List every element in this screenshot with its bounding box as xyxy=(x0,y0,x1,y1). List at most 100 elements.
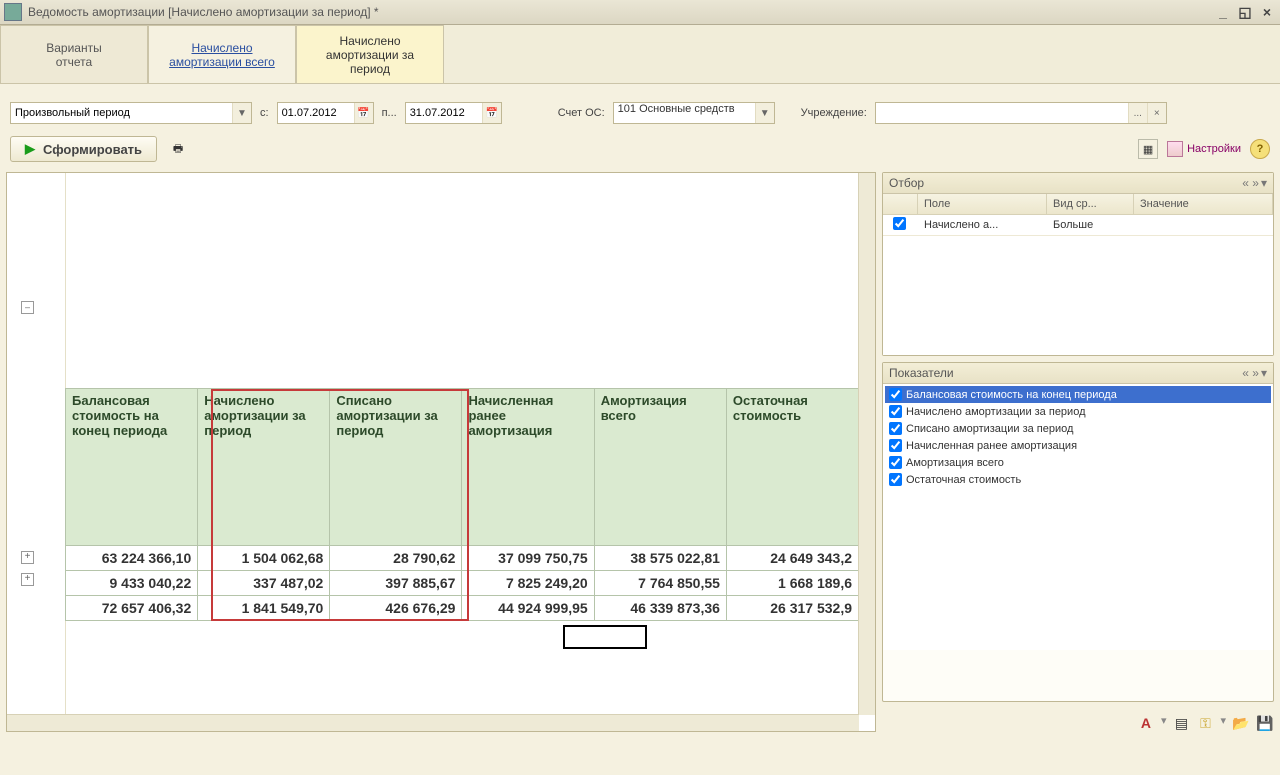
filter-row-check[interactable] xyxy=(893,217,906,230)
grid-icon[interactable]: ▦ xyxy=(1138,139,1158,159)
filter-row[interactable]: Начислено а... Больше xyxy=(883,215,1273,236)
filter-col-header: Вид ср... xyxy=(1047,194,1134,214)
col-header: Списано амортизации за период xyxy=(330,389,462,546)
account-label: Счет ОС: xyxy=(558,107,605,119)
table-cell: 26 317 532,9 xyxy=(726,596,858,621)
indicators-panel: Показатели « »▾ Балансовая стоимость на … xyxy=(882,362,1274,702)
table-cell: 28 790,62 xyxy=(330,546,462,571)
table-row: 63 224 366,101 504 062,6828 790,6237 099… xyxy=(66,546,859,571)
active-cell[interactable] xyxy=(563,625,647,649)
window-title: Ведомость амортизации [Начислено амортиз… xyxy=(28,5,379,19)
filter-row-val xyxy=(1134,223,1273,227)
col-header: Начисленная ранее амортизация xyxy=(462,389,594,546)
calendar-icon[interactable]: 📅 xyxy=(354,103,373,123)
table-cell: 426 676,29 xyxy=(330,596,462,621)
indicator-check[interactable] xyxy=(889,388,902,401)
indicator-check[interactable] xyxy=(889,422,902,435)
filter-panel-title: Отбор xyxy=(889,176,924,190)
tab-period-amort[interactable]: Начислено амортизации за период xyxy=(296,25,444,83)
from-label: с: xyxy=(260,107,269,119)
play-icon: ▶ xyxy=(25,141,35,157)
indicator-row[interactable]: Начисленная ранее амортизация xyxy=(885,437,1271,454)
bottom-toolbar: A▾ ▤ ⚿▾ 📂 💾 xyxy=(882,708,1274,732)
indicator-label: Амортизация всего xyxy=(906,457,1004,469)
account-value: 101 Основные средств xyxy=(614,103,755,123)
settings-icon xyxy=(1167,141,1183,157)
date-to[interactable]: 📅 xyxy=(405,102,502,124)
filter-row-field: Начислено а... xyxy=(918,217,1047,233)
table-cell: 38 575 022,81 xyxy=(594,546,726,571)
settings-button[interactable]: Настройки xyxy=(1162,138,1246,160)
calendar-icon[interactable]: 📅 xyxy=(482,103,501,123)
period-combo-input[interactable] xyxy=(11,103,232,123)
tab-variants[interactable]: Варианты отчета xyxy=(0,25,148,83)
indicator-check[interactable] xyxy=(889,439,902,452)
org-input-wrap[interactable]: ... × xyxy=(875,102,1167,124)
date-from[interactable]: 📅 xyxy=(277,102,374,124)
filter-row-cmp: Больше xyxy=(1047,217,1134,233)
indicator-row[interactable]: Списано амортизации за период xyxy=(885,420,1271,437)
account-dropdown-icon[interactable]: ▼ xyxy=(755,103,774,123)
indicators-title: Показатели xyxy=(889,366,954,380)
table-cell: 1 668 189,6 xyxy=(726,571,858,596)
table-cell: 24 649 343,2 xyxy=(726,546,858,571)
save-icon[interactable]: 💾 xyxy=(1256,714,1274,732)
panel-menu-icon[interactable]: ▾ xyxy=(1261,366,1267,380)
filter-panel: Отбор « »▾ ПолеВид ср...Значение Начисле… xyxy=(882,172,1274,356)
indicator-label: Остаточная стоимость xyxy=(906,474,1021,486)
col-header: Начислено амортизации за период xyxy=(198,389,330,546)
detail-icon[interactable]: ▤ xyxy=(1172,714,1190,732)
print-icon[interactable]: 🖶 xyxy=(169,140,187,158)
table-cell: 337 487,02 xyxy=(198,571,330,596)
account-select[interactable]: 101 Основные средств ▼ xyxy=(613,102,775,124)
table-cell: 1 841 549,70 xyxy=(198,596,330,621)
table-cell: 7 825 249,20 xyxy=(462,571,594,596)
panel-menu-icon[interactable]: ▾ xyxy=(1261,176,1267,190)
period-combo[interactable]: ▼ xyxy=(10,102,252,124)
indicator-label: Балансовая стоимость на конец периода xyxy=(906,389,1117,401)
panel-arrows-icon[interactable]: « » xyxy=(1242,366,1259,380)
indicator-check[interactable] xyxy=(889,473,902,486)
tab-all-amort[interactable]: Начислено амортизации всего xyxy=(148,25,296,83)
table-row: 72 657 406,321 841 549,70426 676,2944 92… xyxy=(66,596,859,621)
filter-col-header: Поле xyxy=(918,194,1047,214)
col-header: Остаточная стоимость xyxy=(726,389,858,546)
folder-icon[interactable]: 📂 xyxy=(1232,714,1250,732)
scrollbar-horizontal[interactable] xyxy=(7,714,859,731)
indicator-label: Списано амортизации за период xyxy=(906,423,1073,435)
indicator-check[interactable] xyxy=(889,405,902,418)
generate-button[interactable]: ▶ Сформировать xyxy=(10,136,157,162)
table-cell: 46 339 873,36 xyxy=(594,596,726,621)
indicator-row[interactable]: Балансовая стоимость на конец периода xyxy=(885,386,1271,403)
generate-label: Сформировать xyxy=(43,142,142,157)
window-titlebar: Ведомость амортизации [Начислено амортиз… xyxy=(0,0,1280,25)
indicator-row[interactable]: Остаточная стоимость xyxy=(885,471,1271,488)
org-more-button[interactable]: ... xyxy=(1128,103,1147,123)
date-from-input[interactable] xyxy=(278,103,354,123)
key-icon[interactable]: ⚿ xyxy=(1196,714,1214,732)
indicator-label: Начисленная ранее амортизация xyxy=(906,440,1077,452)
table-cell: 397 885,67 xyxy=(330,571,462,596)
spreadsheet-area[interactable]: – + + Балансовая стоимость на конец пери… xyxy=(6,172,876,732)
help-button[interactable]: ? xyxy=(1250,139,1270,159)
report-table: Балансовая стоимость на конец периодаНач… xyxy=(65,388,859,621)
close-button[interactable]: × xyxy=(1258,4,1276,20)
indicator-row[interactable]: Амортизация всего xyxy=(885,454,1271,471)
table-cell: 63 224 366,10 xyxy=(66,546,198,571)
to-label: п... xyxy=(382,107,397,119)
indicator-row[interactable]: Начислено амортизации за период xyxy=(885,403,1271,420)
filter-col-header xyxy=(883,194,918,214)
font-icon[interactable]: A xyxy=(1137,714,1155,732)
filter-col-header: Значение xyxy=(1134,194,1273,214)
restore-button[interactable]: ◱ xyxy=(1236,4,1254,20)
scrollbar-vertical[interactable] xyxy=(858,173,875,715)
minimize-button[interactable]: _ xyxy=(1214,4,1232,20)
org-input[interactable] xyxy=(876,103,1128,123)
indicator-check[interactable] xyxy=(889,456,902,469)
col-header: Амортизация всего xyxy=(594,389,726,546)
period-dropdown-icon[interactable]: ▼ xyxy=(232,103,251,123)
settings-label: Настройки xyxy=(1187,143,1241,155)
panel-arrows-icon[interactable]: « » xyxy=(1242,176,1259,190)
date-to-input[interactable] xyxy=(406,103,482,123)
org-clear-button[interactable]: × xyxy=(1147,103,1166,123)
